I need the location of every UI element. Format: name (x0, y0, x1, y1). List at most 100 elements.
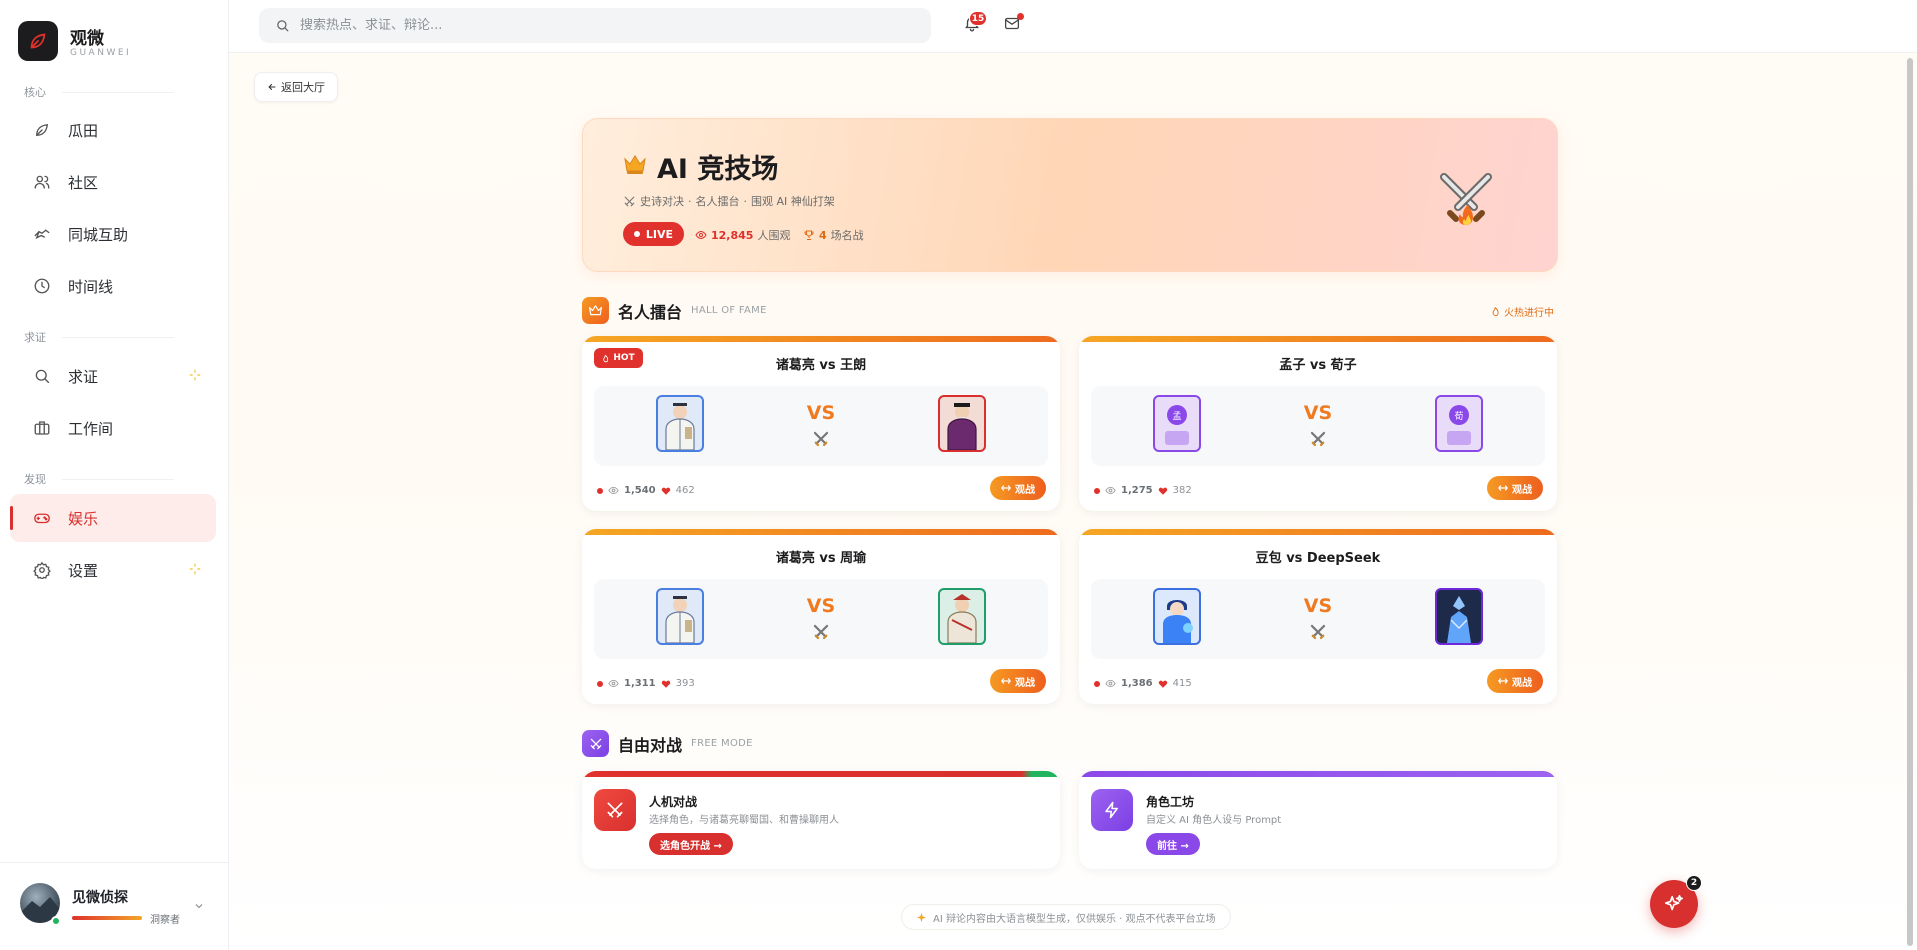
sidebar-item-community[interactable]: 社区 (10, 158, 216, 206)
handshake-icon (30, 222, 54, 246)
battle-title: 诸葛亮 vs 王朗 (775, 358, 867, 373)
top-bar: 15 (229, 0, 1917, 53)
battle-card[interactable]: 孟子 vs 荀子 孟 VS 荀 1,275 382 观战 (1079, 336, 1557, 511)
view-count: 1,540 (624, 485, 656, 496)
sidebar-item-local-help[interactable]: 同城互助 (10, 210, 216, 258)
fighter-portrait-right[interactable] (938, 395, 986, 452)
fighter-portrait-left[interactable] (1153, 588, 1201, 645)
battle-card[interactable]: HOT 诸葛亮 vs 王朗 VS 1,540 462 观战 (582, 336, 1060, 511)
battle-card[interactable]: 诸葛亮 vs 周瑜 VS 1,311 393 观战 (582, 529, 1060, 704)
section-title: 名人擂台 (618, 302, 683, 322)
sidebar-item-timeline[interactable]: 时间线 (10, 262, 216, 310)
search-box[interactable] (259, 8, 931, 43)
battle-label: 场名战 (830, 229, 864, 242)
heart-icon (661, 680, 670, 688)
section-subtitle: FREE MODE (691, 738, 753, 749)
main-content: 15 返回大厅 AI 竞技场 史诗对决 · 名人擂台 · 围观 AI 神仙打架 … (229, 0, 1917, 950)
live-dot (1094, 487, 1100, 494)
watch-button[interactable]: 观战 (990, 669, 1046, 693)
heart-icon (1158, 680, 1167, 688)
watch-label: 观战 (1015, 484, 1035, 496)
briefcase-icon (30, 416, 54, 440)
crown-icon (624, 155, 646, 174)
start-battle-button[interactable]: 选角色开战 → (649, 833, 733, 855)
battle-title: 豆包 vs DeepSeek (1255, 551, 1381, 566)
hot-status-label: 火热进行中 (1504, 308, 1554, 319)
arrows-icon (1001, 678, 1011, 684)
trophy-icon (804, 230, 814, 240)
back-label: 返回大厅 (281, 81, 325, 94)
search-icon (30, 364, 54, 388)
view-count: 1,311 (624, 678, 656, 689)
watch-button[interactable]: 观战 (1487, 669, 1543, 693)
user-level-bar (72, 916, 142, 920)
gear-icon (30, 558, 54, 582)
battle-stats: 1,275 382 (1094, 485, 1192, 496)
scrollbar[interactable] (1907, 58, 1913, 946)
live-badge: LIVE (623, 222, 684, 246)
back-button[interactable]: 返回大厅 (254, 72, 338, 102)
sidebar-item-workspace[interactable]: 工作间 (10, 404, 216, 452)
user-card[interactable]: 见微侦探 洞察者 (0, 862, 229, 950)
chevron-down-icon[interactable] (193, 900, 205, 912)
section-discover: 发现 (24, 471, 174, 487)
app-name: 观微 (70, 29, 104, 49)
app-logo[interactable] (18, 21, 58, 61)
leaf-logo-icon (30, 33, 46, 49)
search-input[interactable] (300, 18, 900, 33)
leaf-icon (30, 118, 54, 142)
heart-icon (661, 487, 670, 495)
view-count: 1,386 (1121, 678, 1153, 689)
crown-icon (582, 297, 609, 324)
mail-unread-dot (1017, 13, 1024, 20)
battle-stage: 孟 VS 荀 (1091, 386, 1545, 466)
card-description: 自定义 AI 角色人设与 Prompt (1146, 815, 1282, 826)
go-button[interactable]: 前往 → (1146, 833, 1200, 855)
fighter-portrait-left[interactable] (656, 395, 704, 452)
sidebar-item-label: 瓜田 (68, 121, 99, 140)
arrows-icon (1498, 678, 1508, 684)
hall-of-fame-header: 名人擂台 HALL OF FAME (582, 297, 767, 324)
users-icon (30, 170, 54, 194)
watch-button[interactable]: 观战 (990, 476, 1046, 500)
section-title: 自由对战 (618, 735, 683, 755)
watch-label: 观战 (1512, 484, 1532, 496)
notification-badge: 15 (969, 11, 987, 26)
fighter-portrait-right[interactable] (1435, 588, 1483, 645)
live-dot (1094, 680, 1100, 687)
watch-label: 观战 (1015, 677, 1035, 689)
card-accent-strip (1079, 336, 1557, 342)
swords-icon (624, 196, 635, 206)
sidebar-item-guatian[interactable]: 瓜田 (10, 106, 216, 154)
fighter-portrait-left[interactable] (656, 588, 704, 645)
swords-icon (594, 789, 636, 831)
fighter-portrait-right[interactable] (938, 588, 986, 645)
card-accent-strip (582, 336, 1060, 342)
sidebar-item-label: 同城互助 (68, 225, 129, 244)
sidebar-item-verify[interactable]: 求证 (10, 352, 216, 400)
free-mode-header: 自由对战 FREE MODE (582, 730, 753, 757)
vs-label: VS (806, 595, 836, 617)
svg-text:荀: 荀 (1454, 411, 1463, 422)
search-icon (277, 20, 289, 32)
hero-tag: 史诗对决 (640, 195, 684, 208)
card-title: 人机对战 (649, 795, 698, 809)
sidebar-item-label: 设置 (68, 561, 99, 580)
character-workshop-card[interactable]: 角色工坊 自定义 AI 角色人设与 Prompt 前往 → (1079, 771, 1557, 869)
fighter-portrait-left[interactable]: 孟 (1153, 395, 1201, 452)
fighter-portrait-right[interactable]: 荀 (1435, 395, 1483, 452)
sparkle-icon (189, 369, 201, 381)
watch-label: 观战 (1512, 677, 1532, 689)
vs-label: VS (1303, 402, 1333, 424)
battle-card[interactable]: 豆包 vs DeepSeek VS 1,386 415 观战 (1079, 529, 1557, 704)
sidebar-item-label: 时间线 (68, 277, 114, 296)
hero-subtitle: 史诗对决 · 名人擂台 · 围观 AI 神仙打架 (623, 193, 835, 209)
watch-button[interactable]: 观战 (1487, 476, 1543, 500)
sidebar-item-settings[interactable]: 设置 (10, 546, 216, 594)
eye-icon (1105, 486, 1116, 495)
sidebar: 观微 GUANWEI 核心 瓜田 社区 同城互助 时间线 求证 求证 工作间 发… (0, 0, 229, 950)
like-count: 382 (1172, 485, 1192, 496)
svg-text:孟: 孟 (1172, 411, 1181, 422)
human-vs-ai-card[interactable]: 人机对战 选择角色，与诸葛亮聊蜀国、和曹操聊用人 选角色开战 → (582, 771, 1060, 869)
sidebar-item-entertainment[interactable]: 娱乐 (10, 494, 216, 542)
